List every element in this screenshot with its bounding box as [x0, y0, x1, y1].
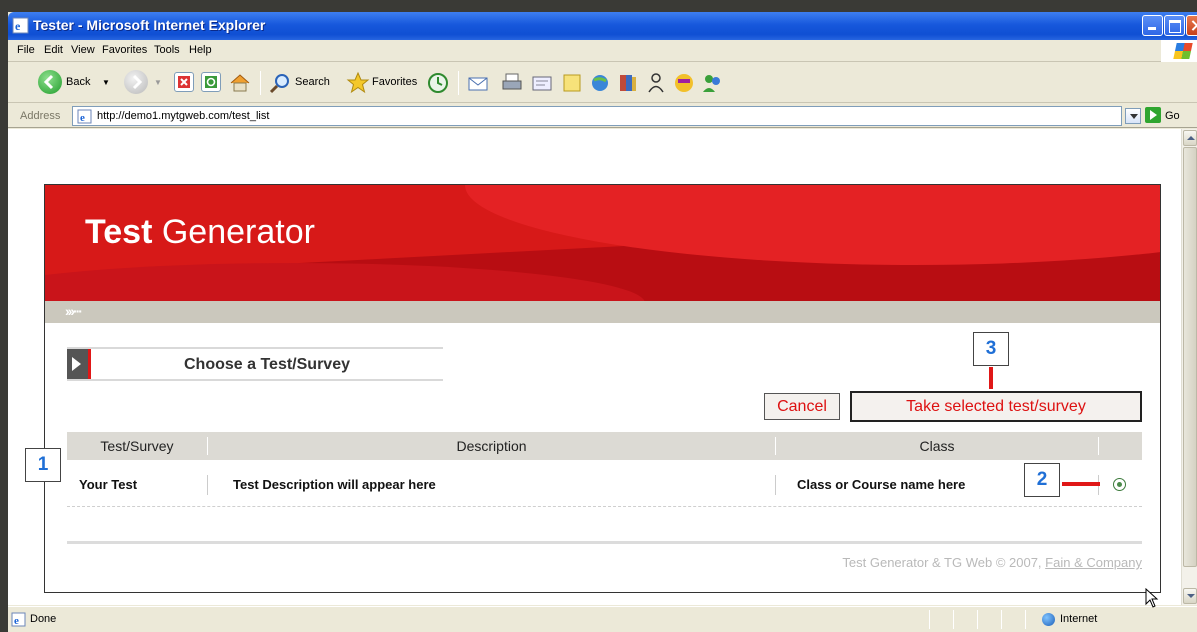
- row-class: Class or Course name here: [797, 477, 966, 492]
- scroll-thumb[interactable]: [1183, 147, 1197, 567]
- svg-text:e: e: [15, 19, 21, 33]
- back-dropdown-icon[interactable]: ▼: [102, 78, 110, 87]
- minimize-button[interactable]: [1142, 15, 1163, 36]
- go-arrow-icon[interactable]: [1145, 107, 1161, 123]
- section-title: Choose a Test/Survey: [184, 356, 350, 373]
- note-icon[interactable]: [560, 71, 584, 95]
- callout-3-pointer: [989, 367, 993, 389]
- menu-view[interactable]: View: [71, 44, 95, 56]
- callout-2-pointer: [1062, 482, 1100, 486]
- window-title: Tester - Microsoft Internet Explorer: [33, 17, 266, 33]
- face-icon[interactable]: [672, 71, 696, 95]
- favorites-star-icon[interactable]: [346, 71, 370, 95]
- favorites-label[interactable]: Favorites: [372, 76, 417, 88]
- search-label[interactable]: Search: [295, 76, 330, 88]
- menu-edit[interactable]: Edit: [44, 44, 63, 56]
- vertical-scrollbar[interactable]: [1181, 129, 1197, 605]
- svg-text:e: e: [14, 615, 19, 627]
- scroll-up-arrow-icon[interactable]: [1183, 130, 1197, 146]
- title-bar: e Tester - Microsoft Internet Explorer: [8, 12, 1197, 40]
- close-button[interactable]: [1186, 15, 1197, 36]
- cancel-button[interactable]: Cancel: [764, 393, 840, 420]
- refresh-icon[interactable]: [201, 72, 221, 92]
- footer-company-link[interactable]: Fain & Company: [1045, 555, 1142, 570]
- edit-page-icon[interactable]: [530, 71, 554, 95]
- footer-copyright: Test Generator & TG Web © 2007, Fain & C…: [842, 555, 1142, 570]
- contacts-icon[interactable]: [700, 71, 724, 95]
- forward-arrow-icon[interactable]: [124, 70, 148, 94]
- header-test-survey: Test/Survey: [100, 438, 174, 454]
- footer-divider: [67, 541, 1142, 544]
- callout-1: 1: [25, 448, 61, 482]
- status-bar: e Done Internet: [8, 606, 1197, 632]
- callout-2: 2: [1024, 463, 1060, 497]
- mouse-cursor-icon: [1145, 588, 1159, 608]
- header-class: Class: [919, 438, 955, 454]
- research-book-icon[interactable]: [616, 71, 640, 95]
- search-icon[interactable]: [268, 71, 292, 95]
- section-marker-icon: [67, 349, 91, 379]
- address-dropdown-icon[interactable]: [1125, 108, 1141, 124]
- security-zone-label: Internet: [1060, 613, 1098, 625]
- stop-icon[interactable]: [174, 72, 194, 92]
- back-label[interactable]: Back: [66, 76, 90, 88]
- maximize-button[interactable]: [1164, 15, 1185, 36]
- status-text: Done: [30, 613, 57, 625]
- address-bar: Address e http://demo1.mytgweb.com/test_…: [8, 104, 1197, 128]
- callout-3: 3: [973, 332, 1009, 366]
- row-test-name: Your Test: [79, 477, 138, 492]
- table-header: Test/Survey Description Class: [67, 432, 1142, 460]
- internet-zone-icon: [1042, 613, 1055, 626]
- take-test-button[interactable]: Take selected test/survey: [850, 391, 1142, 422]
- ie-page-icon: e: [12, 17, 29, 34]
- chevrons-decoration-icon: ›››···: [65, 303, 83, 319]
- menu-file[interactable]: File: [17, 44, 35, 56]
- forward-dropdown-icon[interactable]: ▼: [154, 78, 162, 87]
- mail-icon[interactable]: [466, 71, 490, 95]
- windows-logo-icon: [1161, 40, 1197, 62]
- app-banner: Test Generator: [45, 185, 1160, 301]
- header-description: Description: [456, 438, 527, 454]
- toolbar: Back ▼ ▼ Search Favorites: [8, 63, 1197, 103]
- scroll-down-arrow-icon[interactable]: [1183, 588, 1197, 604]
- app-logo-text: Test Generator: [85, 213, 315, 251]
- table-row[interactable]: Your Test Test Description will appear h…: [67, 471, 1142, 507]
- app-card: Test Generator ›››··· Choose a Test/Surv…: [44, 184, 1161, 593]
- section-header: Choose a Test/Survey: [67, 347, 443, 381]
- address-url[interactable]: http://demo1.mytgweb.com/test_list: [97, 110, 269, 122]
- go-label[interactable]: Go: [1165, 110, 1180, 122]
- menu-help[interactable]: Help: [189, 44, 212, 56]
- print-icon[interactable]: [500, 71, 524, 95]
- select-test-radio[interactable]: [1113, 478, 1126, 491]
- page-viewport: Test Generator ›››··· Choose a Test/Surv…: [8, 129, 1181, 605]
- page-done-icon: e: [11, 612, 26, 627]
- history-icon[interactable]: [426, 71, 450, 95]
- back-arrow-icon[interactable]: [38, 70, 62, 94]
- messenger-globe-icon[interactable]: [588, 71, 612, 95]
- address-input[interactable]: e http://demo1.mytgweb.com/test_list: [72, 106, 1122, 126]
- banner-strip: ›››···: [45, 301, 1160, 323]
- page-icon: e: [77, 109, 92, 124]
- menu-tools[interactable]: Tools: [154, 44, 180, 56]
- svg-text:e: e: [80, 112, 85, 124]
- menu-favorites[interactable]: Favorites: [102, 44, 147, 56]
- browser-window: e Tester - Microsoft Internet Explorer F…: [8, 12, 1197, 632]
- menu-bar: File Edit View Favorites Tools Help: [8, 40, 1197, 62]
- row-description: Test Description will appear here: [233, 477, 436, 492]
- person-icon[interactable]: [644, 71, 668, 95]
- address-label: Address: [20, 110, 61, 122]
- home-icon[interactable]: [228, 71, 252, 95]
